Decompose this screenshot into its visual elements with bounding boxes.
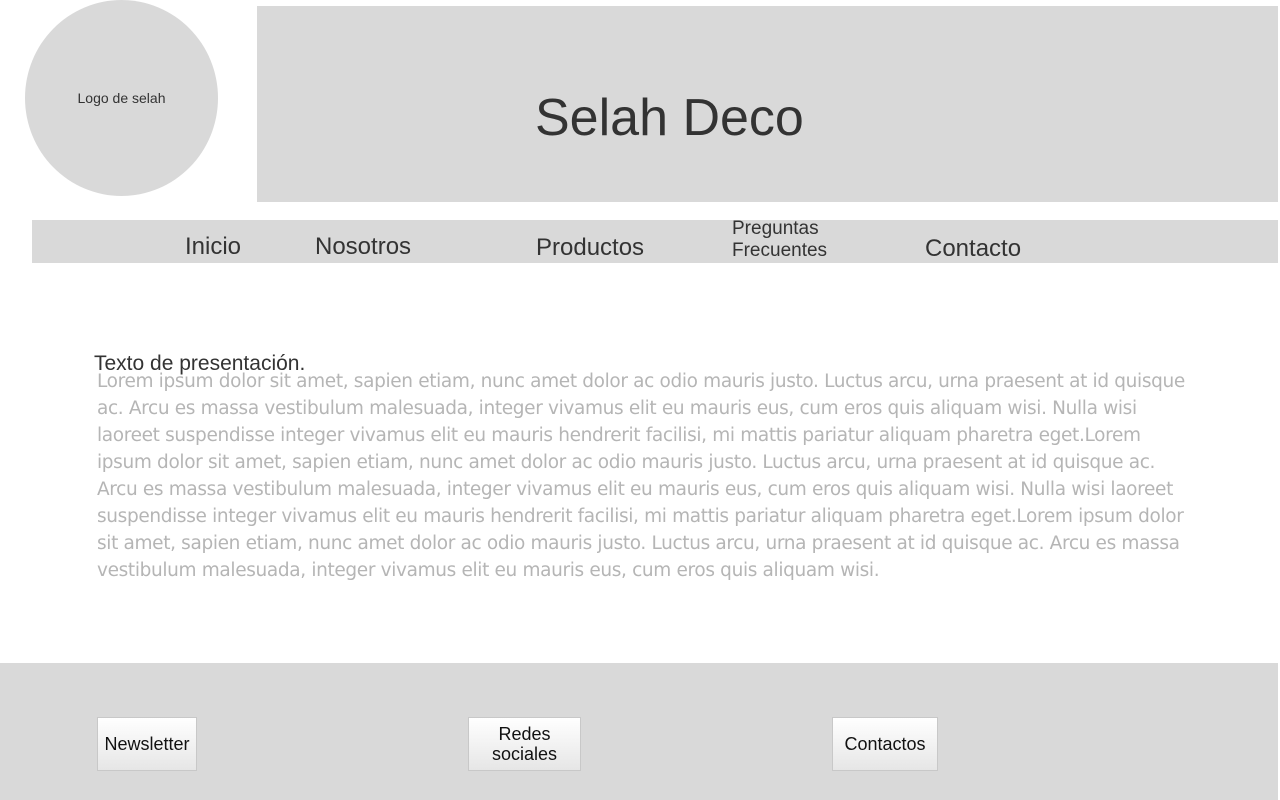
- logo-label: Logo de selah: [77, 90, 166, 106]
- site-title: Selah Deco: [535, 89, 804, 147]
- main-navbar: Inicio Nosotros Productos Preguntas Frec…: [32, 218, 1278, 263]
- nav-item-nosotros[interactable]: Nosotros: [315, 233, 411, 261]
- social-media-button[interactable]: Redes sociales: [468, 717, 581, 771]
- nav-item-productos[interactable]: Productos: [536, 234, 644, 262]
- contacts-button[interactable]: Contactos: [832, 717, 938, 771]
- presentation-body-text: Lorem ipsum dolor sit amet, sapien etiam…: [97, 371, 1185, 581]
- newsletter-button[interactable]: Newsletter: [97, 717, 197, 771]
- nav-item-contacto[interactable]: Contacto: [925, 235, 1021, 263]
- nav-item-inicio[interactable]: Inicio: [185, 233, 241, 261]
- presentation-title: Texto de presentación.: [94, 352, 306, 375]
- header-banner: Selah Deco: [257, 6, 1278, 202]
- nav-item-preguntas-frecuentes[interactable]: Preguntas Frecuentes: [732, 218, 882, 262]
- logo[interactable]: Logo de selah: [25, 0, 218, 196]
- footer: Newsletter Redes sociales Contactos: [0, 663, 1278, 800]
